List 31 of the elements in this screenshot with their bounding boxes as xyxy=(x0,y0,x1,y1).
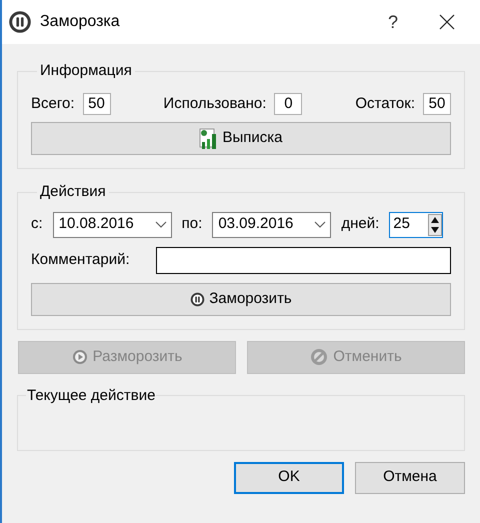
stat-label: Остаток: xyxy=(355,94,415,114)
dialog-button[interactable]: Отмена xyxy=(355,462,465,494)
from-label: с: xyxy=(31,214,43,234)
days-label: дней: xyxy=(341,214,380,234)
stat-value: 50 xyxy=(422,92,451,115)
statement-button[interactable]: Выписка xyxy=(31,122,451,155)
dialog-button[interactable]: OK xyxy=(234,462,344,494)
window-title: Заморозка xyxy=(40,12,120,32)
help-button[interactable]: ? xyxy=(378,7,408,37)
chevron-down-icon xyxy=(314,220,326,228)
close-icon xyxy=(439,14,455,30)
to-date-field[interactable]: 03.09.2016 xyxy=(212,212,332,238)
comment-label: Комментарий: xyxy=(31,250,131,270)
stat-label: Всего: xyxy=(31,94,74,114)
prohibited-icon xyxy=(310,348,328,366)
group-title: Информация xyxy=(39,61,133,81)
comment-field[interactable] xyxy=(156,246,451,274)
chevron-down-icon xyxy=(154,220,167,228)
spin-arrows-icon xyxy=(428,214,442,236)
pause-icon xyxy=(8,10,32,34)
play-icon xyxy=(72,349,88,365)
freeze-button[interactable]: Заморозить xyxy=(31,282,451,316)
days-spinbox[interactable]: 25 xyxy=(389,212,444,238)
pause-icon xyxy=(190,292,206,306)
stat-label: Использовано: xyxy=(163,94,266,114)
from-date-field[interactable]: 10.08.2016 xyxy=(52,212,172,238)
group-title: Действия xyxy=(39,182,107,202)
group-title: Текущее действие xyxy=(26,386,156,406)
to-label: по: xyxy=(182,214,202,234)
stat-value: 50 xyxy=(82,92,110,115)
stat-value: 0 xyxy=(274,92,302,115)
